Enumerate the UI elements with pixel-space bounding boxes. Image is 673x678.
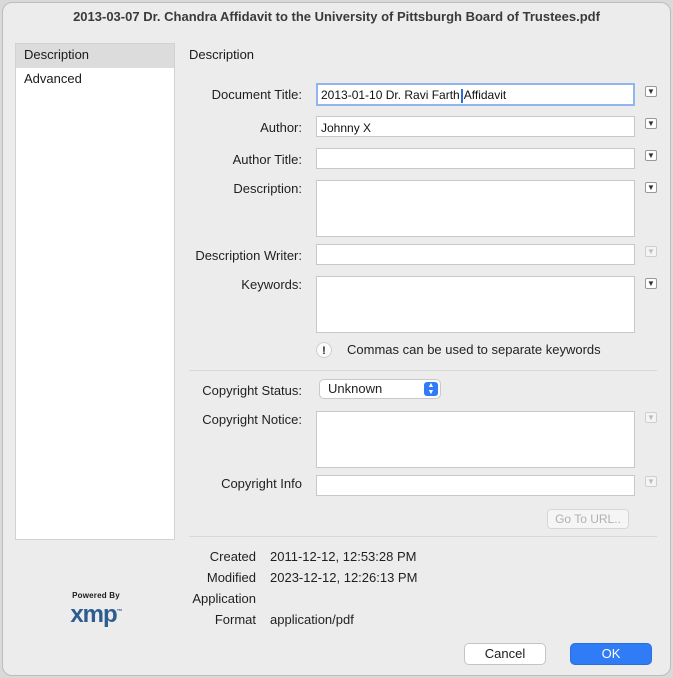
separator <box>189 536 657 537</box>
text-caret <box>460 88 463 103</box>
window-title: 2013-03-07 Dr. Chandra Affidavit to the … <box>73 9 600 24</box>
application-label: Application <box>192 591 256 606</box>
document-title-text-before: 2013-01-10 Dr. Ravi Farth <box>321 88 460 102</box>
modified-label: Modified <box>206 570 256 585</box>
author-title-input[interactable] <box>316 148 635 169</box>
description-dropdown[interactable]: ▼ <box>645 182 657 193</box>
copyright-notice-dropdown: ▼ <box>645 412 657 423</box>
keywords-dropdown[interactable]: ▼ <box>645 278 657 289</box>
keywords-textarea[interactable] <box>316 276 635 333</box>
chevron-down-icon: ▼ <box>647 183 655 192</box>
format-value: application/pdf <box>270 612 354 627</box>
format-label: Format <box>214 612 256 627</box>
sidebar-item-description[interactable]: Description <box>16 44 174 68</box>
description-writer-label: Description Writer: <box>195 248 302 263</box>
copyright-status-label: Copyright Status: <box>202 383 302 398</box>
keywords-label: Keywords: <box>241 277 302 292</box>
up-down-arrows-icon: ▲ ▼ <box>424 382 438 396</box>
cancel-button[interactable]: Cancel <box>464 643 546 665</box>
keywords-hint: Commas can be used to separate keywords <box>347 342 601 357</box>
author-title-label: Author Title: <box>232 152 302 167</box>
separator <box>189 370 657 371</box>
logo-xmp: xmp <box>70 601 117 628</box>
chevron-down-icon: ▼ <box>647 477 655 486</box>
copyright-notice-textarea[interactable] <box>316 411 635 468</box>
description-writer-dropdown: ▼ <box>645 246 657 257</box>
chevron-down-icon: ▼ <box>647 247 655 256</box>
sidebar-item-advanced[interactable]: Advanced <box>16 68 174 92</box>
copyright-info-dropdown: ▼ <box>645 476 657 487</box>
author-input[interactable]: Johnny X <box>316 116 635 137</box>
created-value: 2011-12-12, 12:53:28 PM <box>270 549 417 564</box>
copyright-notice-label: Copyright Notice: <box>202 412 302 427</box>
xmp-logo: Powered By xmp™ <box>56 591 136 631</box>
document-title-dropdown[interactable]: ▼ <box>645 86 657 97</box>
go-to-url-button: Go To URL.. <box>547 509 629 529</box>
ok-button[interactable]: OK <box>570 643 652 665</box>
copyright-info-input[interactable] <box>316 475 635 496</box>
exclamation-icon: ! <box>316 342 332 358</box>
description-label: Description: <box>233 181 302 196</box>
section-title: Description <box>189 47 255 62</box>
document-title-text-after: Affidavit <box>463 88 507 102</box>
copyright-status-value: Unknown <box>328 381 383 396</box>
chevron-down-icon: ▼ <box>647 413 655 422</box>
chevron-down-icon: ▼ <box>647 151 655 160</box>
copyright-status-select[interactable]: Unknown ▲ ▼ <box>319 379 441 399</box>
chevron-down-icon: ▼ <box>647 119 655 128</box>
description-textarea[interactable] <box>316 180 635 237</box>
author-title-dropdown[interactable]: ▼ <box>645 150 657 161</box>
document-title-label: Document Title: <box>211 87 302 102</box>
chevron-down-icon: ▼ <box>647 279 655 288</box>
modified-value: 2023-12-12, 12:26:13 PM <box>270 570 418 585</box>
document-title-input[interactable]: 2013-01-10 Dr. Ravi Farth Affidavit <box>316 83 635 106</box>
document-properties-dialog: 2013-03-07 Dr. Chandra Affidavit to the … <box>2 2 671 676</box>
description-writer-input[interactable] <box>316 244 635 265</box>
created-label: Created <box>209 549 256 564</box>
copyright-info-label: Copyright Info <box>221 476 302 491</box>
chevron-down-icon: ▼ <box>647 87 655 96</box>
author-dropdown[interactable]: ▼ <box>645 118 657 129</box>
logo-powered-by: Powered By <box>72 591 120 600</box>
logo-tm: ™ <box>116 609 123 615</box>
sidebar: Description Advanced <box>15 43 175 540</box>
author-label: Author: <box>260 120 302 135</box>
